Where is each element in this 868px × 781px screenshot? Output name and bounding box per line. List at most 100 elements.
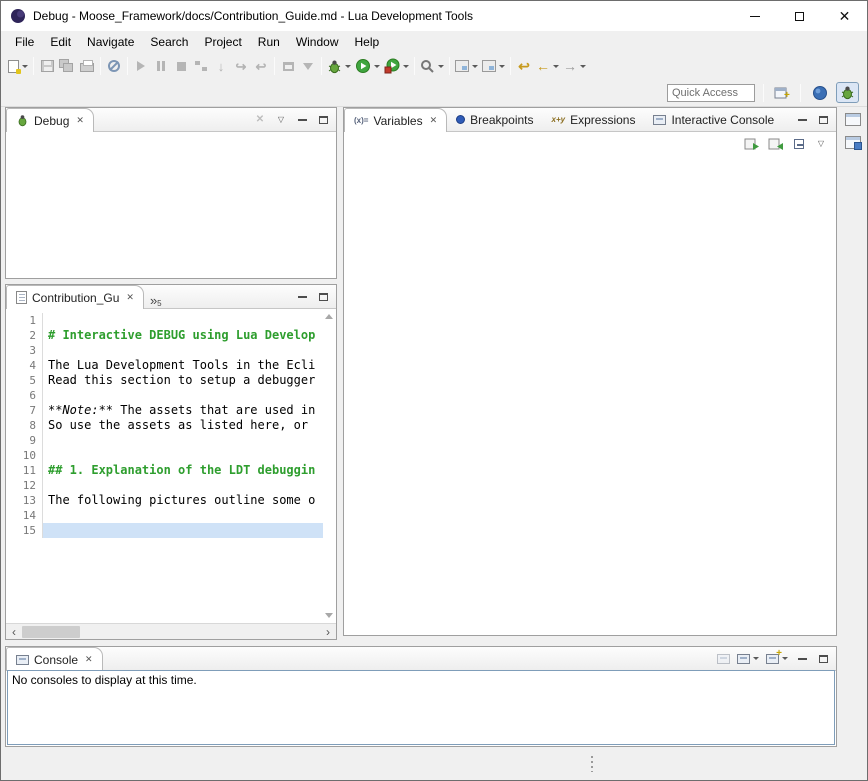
editor-line-text[interactable] (42, 343, 323, 358)
editor-line-text[interactable] (42, 523, 323, 538)
variables-toolbar-button-2[interactable] (768, 136, 784, 152)
editor-line-text[interactable]: The following pictures outline some o (42, 493, 323, 508)
back-button[interactable]: ← (534, 55, 561, 77)
minimize-button[interactable] (732, 1, 777, 31)
collapse-all-button[interactable] (792, 136, 806, 152)
minimize-view-button[interactable] (795, 651, 809, 667)
new-wizard-button[interactable] (6, 55, 30, 77)
view-menu-button[interactable]: ▽ (274, 112, 288, 128)
close-button[interactable]: ✕ (822, 1, 867, 31)
tab-variables[interactable]: (x)= Variables ✕ (344, 108, 447, 132)
save-button[interactable] (37, 55, 57, 77)
new-console-view-button[interactable] (737, 651, 759, 667)
editor-line-text[interactable]: ## 1. Explanation of the LDT debuggin (42, 463, 323, 478)
console-output[interactable]: No consoles to display at this time. (7, 670, 835, 745)
scrollbar-thumb[interactable] (22, 626, 80, 638)
drop-to-frame-button[interactable] (278, 55, 298, 77)
step-return-button[interactable]: ↩ (251, 55, 271, 77)
editor-line-text[interactable] (42, 448, 323, 463)
editor-line-text[interactable] (42, 388, 323, 403)
menu-item-project[interactable]: Project (196, 33, 249, 51)
editor-lines[interactable]: 12# Interactive DEBUG using Lua Develop3… (6, 309, 323, 623)
editor-line-text[interactable]: So use the assets as listed here, or (42, 418, 323, 433)
editor-line-text[interactable] (42, 433, 323, 448)
scroll-down-icon[interactable] (325, 613, 333, 618)
tab-interactive-console[interactable]: Interactive Console (644, 108, 783, 131)
editor-line-text[interactable] (42, 478, 323, 493)
restore-view-icon[interactable] (845, 113, 861, 126)
variables-toolbar-button-1[interactable] (744, 136, 760, 152)
extra-tool-button-2[interactable] (480, 55, 507, 77)
quick-access-input[interactable] (667, 84, 755, 102)
minimized-view-icon[interactable] (845, 136, 861, 149)
remove-terminated-button[interactable]: ✕ (253, 112, 267, 128)
menu-item-file[interactable]: File (7, 33, 42, 51)
editor-line-text[interactable] (42, 508, 323, 523)
save-all-button[interactable] (57, 55, 77, 77)
menu-item-run[interactable]: Run (250, 33, 288, 51)
step-into-icon: ↓ (218, 60, 225, 73)
tab-debug[interactable]: Debug ✕ (6, 108, 94, 132)
display-console-button[interactable] (716, 651, 730, 667)
minimize-view-button[interactable] (795, 112, 809, 128)
editor-line-text[interactable]: The Lua Development Tools in the Ecli (42, 358, 323, 373)
step-into-button[interactable]: ↓ (211, 55, 231, 77)
run-button[interactable] (353, 55, 382, 77)
debug-view-content[interactable] (6, 132, 336, 278)
vertical-scrollbar[interactable] (323, 309, 336, 623)
tab-contribution-guide[interactable]: Contribution_Gu ✕ (6, 285, 144, 309)
maximize-view-button[interactable] (816, 651, 830, 667)
close-tab-icon[interactable]: ✕ (85, 654, 93, 665)
use-step-filters-button[interactable] (298, 55, 318, 77)
resume-button[interactable] (131, 55, 151, 77)
external-tools-button[interactable] (382, 55, 411, 77)
close-tab-icon[interactable]: ✕ (430, 115, 438, 126)
open-perspective-button[interactable]: + (772, 82, 792, 104)
scroll-up-icon[interactable] (325, 314, 333, 319)
tab-expressions[interactable]: x+y Expressions (543, 108, 645, 131)
sash-gripper[interactable] (591, 756, 593, 772)
minimize-view-button[interactable] (295, 112, 309, 128)
editor-line-text[interactable]: # Interactive DEBUG using Lua Develop (42, 328, 323, 343)
debug-button[interactable] (325, 55, 353, 77)
menu-item-window[interactable]: Window (288, 33, 347, 51)
disconnect-button[interactable] (191, 55, 211, 77)
perspective-debug-button[interactable] (836, 82, 859, 103)
maximize-view-button[interactable] (316, 289, 330, 305)
chevron-down-icon (753, 657, 759, 660)
extra-tool-button-1[interactable] (453, 55, 480, 77)
variables-view-content[interactable] (344, 156, 836, 635)
close-tab-icon[interactable]: ✕ (76, 115, 84, 126)
tab-console[interactable]: Console ✕ (6, 647, 103, 671)
markdown-file-icon (16, 291, 27, 304)
editor-line-text[interactable] (42, 313, 323, 328)
close-tab-icon[interactable]: ✕ (126, 292, 134, 303)
editor-line-text[interactable]: **Note:** The assets that are used in (42, 403, 323, 418)
toolbar-separator (414, 57, 415, 75)
maximize-view-button[interactable] (816, 112, 830, 128)
search-button[interactable] (418, 55, 446, 77)
scroll-left-icon[interactable]: ‹ (6, 625, 22, 639)
scroll-right-icon[interactable]: › (320, 625, 336, 639)
horizontal-scrollbar[interactable]: ‹ › (6, 623, 336, 639)
step-over-button[interactable]: ↪ (231, 55, 251, 77)
forward-button[interactable]: → (561, 55, 588, 77)
skip-all-breakpoints-button[interactable] (104, 55, 124, 77)
editor-line-text[interactable]: Read this section to setup a debugger (42, 373, 323, 388)
view-menu-button[interactable]: ▽ (814, 136, 828, 152)
menu-item-search[interactable]: Search (142, 33, 196, 51)
menu-item-help[interactable]: Help (347, 33, 388, 51)
print-button[interactable] (77, 55, 97, 77)
open-console-button[interactable] (766, 651, 788, 667)
perspective-ldt-button[interactable] (809, 83, 831, 103)
suspend-button[interactable] (151, 55, 171, 77)
minimize-view-button[interactable] (295, 289, 309, 305)
menu-item-navigate[interactable]: Navigate (79, 33, 142, 51)
maximize-view-button[interactable] (316, 112, 330, 128)
hidden-tabs-chooser[interactable]: »5 (144, 291, 168, 308)
terminate-button[interactable] (171, 55, 191, 77)
menu-item-edit[interactable]: Edit (42, 33, 79, 51)
tab-breakpoints[interactable]: Breakpoints (447, 108, 542, 131)
last-edit-location-button[interactable]: ↩ (514, 55, 534, 77)
maximize-button[interactable] (777, 1, 822, 31)
